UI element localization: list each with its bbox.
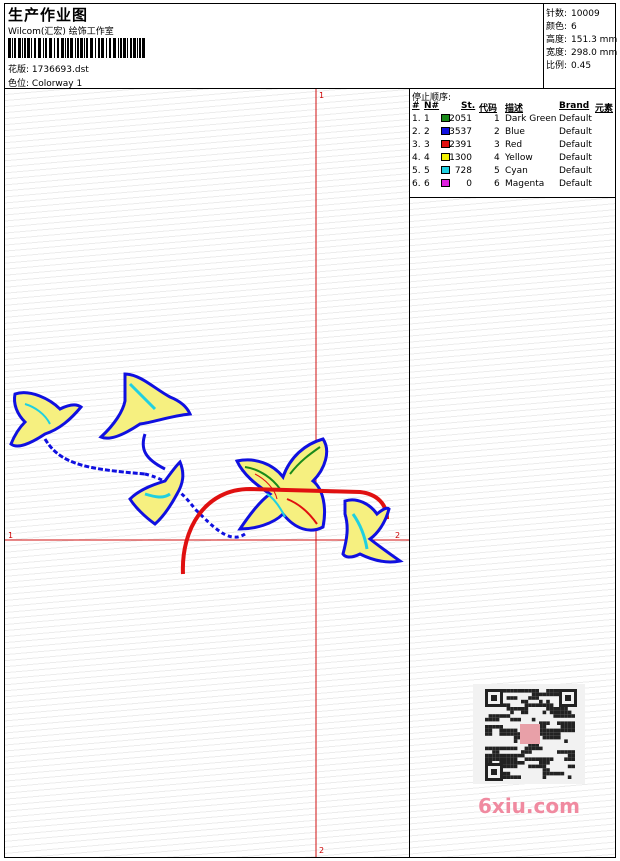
embroidery-design xyxy=(5,89,409,857)
row-code: 3 xyxy=(494,140,500,150)
stat-colors: 颜色: 6 xyxy=(546,19,577,32)
row-num: 2. xyxy=(412,127,421,137)
colorway: 色位: Colorway 1 xyxy=(8,76,82,89)
header-num: # xyxy=(412,101,420,111)
axis-label-top: 1 xyxy=(319,91,325,100)
stat-label: 高度: xyxy=(546,35,568,45)
header-info: 生产作业图 Wilcom(汇宏) 绘饰工作室 花版: 1736693.dst 色… xyxy=(5,4,543,89)
row-n: 2 xyxy=(424,127,430,137)
row-code: 4 xyxy=(494,153,500,163)
design-stats: 针数: 10009 颜色: 6 高度: 151.3 mm 宽度: 298.0 mm 比例… xyxy=(543,4,617,89)
sequence-row: 2. 2 3537 2 Blue Default xyxy=(410,127,615,140)
row-n: 3 xyxy=(424,140,430,150)
qr-code xyxy=(473,684,585,784)
filename-label: 花版: xyxy=(8,65,30,75)
row-stitches: 2391 xyxy=(449,140,472,150)
stat-value: 298.0 mm xyxy=(571,48,618,58)
sequence-row: 6. 6 0 6 Magenta Default xyxy=(410,179,615,192)
butterfly-flower xyxy=(234,437,329,532)
header-desc: 描述 xyxy=(505,104,524,114)
stat-value: 6 xyxy=(571,22,577,32)
axis-label-left: 1 xyxy=(8,531,14,540)
stat-value: 10009 xyxy=(571,9,600,19)
row-brand: Default xyxy=(559,140,592,150)
stat-width: 宽度: 298.0 mm xyxy=(546,45,617,58)
row-brand: Default xyxy=(559,114,592,124)
row-desc: Magenta xyxy=(505,179,545,189)
row-stitches: 1300 xyxy=(449,153,472,163)
axis-label-right: 2 xyxy=(395,531,401,540)
color-swatch xyxy=(441,166,450,174)
watermark-logo: 6xiu.com xyxy=(478,794,580,818)
row-desc: Yellow xyxy=(505,153,533,163)
stat-scale: 比例: 0.45 xyxy=(546,58,591,71)
row-stitches: 0 xyxy=(466,179,472,189)
leaf-top-left xyxy=(9,391,84,448)
sequence-row: 1. 1 2051 1 Dark Green Default xyxy=(410,114,615,127)
row-desc: Blue xyxy=(505,127,525,137)
row-num: 6. xyxy=(412,179,421,189)
barcode xyxy=(8,38,145,58)
stop-sequence-table: 停止顺序: # N# St. 代码 描述 Brand 元素 1. 1 2051 1 Da… xyxy=(410,89,615,198)
row-n: 5 xyxy=(424,166,430,176)
header-st: St. xyxy=(461,101,476,111)
stat-stitches: 针数: 10009 xyxy=(546,6,600,19)
row-code: 1 xyxy=(494,114,500,124)
row-n: 4 xyxy=(424,153,430,163)
row-brand: Default xyxy=(559,179,592,189)
row-stitches: 2051 xyxy=(449,114,472,124)
sequence-row: 5. 5 728 5 Cyan Default xyxy=(410,166,615,179)
stat-label: 宽度: xyxy=(546,48,568,58)
row-stitches: 728 xyxy=(454,166,472,176)
row-stitches: 3537 xyxy=(449,127,472,137)
header-elem: 元素 xyxy=(595,104,614,114)
row-brand: Default xyxy=(559,166,592,176)
color-swatch xyxy=(441,179,450,187)
colorway-value: Colorway 1 xyxy=(31,79,83,89)
row-n: 6 xyxy=(424,179,430,189)
page-title: 生产作业图 xyxy=(8,6,89,24)
filename-value: 1736693.dst xyxy=(31,65,89,75)
colorway-label: 色位: xyxy=(8,79,30,89)
stat-height: 高度: 151.3 mm xyxy=(546,32,617,45)
leaf-top-middle xyxy=(98,372,193,440)
row-brand: Default xyxy=(559,153,592,163)
sequence-row: 3. 3 2391 3 Red Default xyxy=(410,140,615,153)
row-num: 4. xyxy=(412,153,421,163)
axis-label-bottom: 2 xyxy=(319,846,325,855)
header-brand: Brand xyxy=(559,101,590,111)
row-num: 1. xyxy=(412,114,421,124)
header-code: 代码 xyxy=(479,104,498,114)
row-n: 1 xyxy=(424,114,430,124)
row-desc: Dark Green xyxy=(505,114,557,124)
row-brand: Default xyxy=(559,127,592,137)
stat-label: 针数: xyxy=(546,9,568,19)
company-name: Wilcom(汇宏) 绘饰工作室 xyxy=(8,27,114,37)
embroidery-design-area: 1 2 1 2 xyxy=(5,89,410,857)
stat-label: 颜色: xyxy=(546,22,568,32)
production-sheet: 生产作业图 Wilcom(汇宏) 绘饰工作室 花版: 1736693.dst 色… xyxy=(4,3,617,858)
row-desc: Cyan xyxy=(505,166,528,176)
design-filename: 花版: 1736693.dst xyxy=(8,62,89,75)
row-code: 5 xyxy=(494,166,500,176)
leaf-right xyxy=(341,498,404,564)
sequence-row: 4. 4 1300 4 Yellow Default xyxy=(410,153,615,166)
row-code: 2 xyxy=(494,127,500,137)
row-desc: Red xyxy=(505,140,523,150)
stat-value: 0.45 xyxy=(571,61,592,71)
stat-label: 比例: xyxy=(546,61,568,71)
header-n: N# xyxy=(424,101,440,111)
row-num: 3. xyxy=(412,140,421,150)
stat-value: 151.3 mm xyxy=(571,35,618,45)
row-code: 6 xyxy=(494,179,500,189)
row-num: 5. xyxy=(412,166,421,176)
leaf-middle xyxy=(128,459,185,526)
vine-stem xyxy=(43,433,246,539)
